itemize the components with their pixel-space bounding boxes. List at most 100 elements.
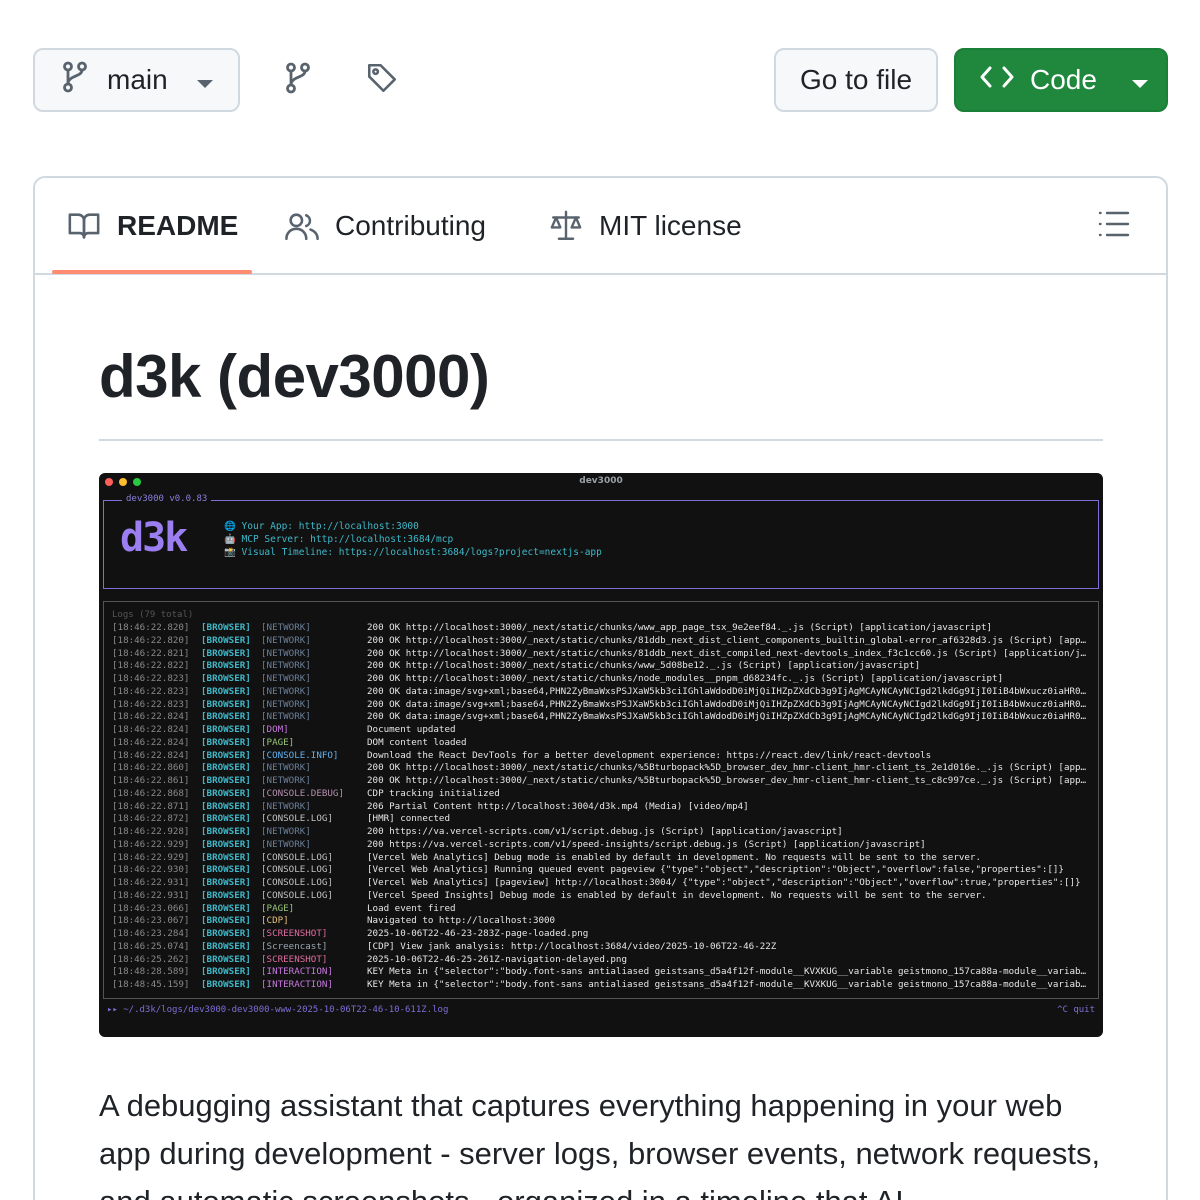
log-row: [18:46:22.861] [BROWSER] [NETWORK] 200 OK h… [112,775,1092,788]
log-message: [Vercel Web Analytics] Debug mode is ena… [367,851,981,863]
log-message: 200 https://va.vercel-scripts.com/v1/spe… [367,838,926,850]
log-source: [BROWSER] [201,826,251,837]
server-info: 🌐 Your App: http://localhost:3000 🤖 MCP … [224,520,602,559]
tab-mit-license[interactable]: MIT license [549,178,742,274]
log-row: [18:46:22.930] [BROWSER] [CONSOLE.LOG] [Ver… [112,864,1092,877]
log-message: 2025-10-06T22-46-23-283Z-page-loaded.png [367,928,589,939]
log-type: [DOM] [261,724,289,735]
log-timestamp: [18:46:22.820] [112,622,190,633]
log-row: [18:46:23.284] [BROWSER] [SCREENSHOT] 2025-… [112,928,1092,941]
log-message: CDP tracking initialized [367,787,500,799]
log-message: Download the React DevTools for a better… [367,749,932,761]
window-title: dev3000 [579,476,623,486]
branches-button[interactable] [276,58,320,102]
log-source: [BROWSER] [201,915,251,927]
code-label: Code [1030,64,1097,95]
log-type: [NETWORK] [261,685,311,697]
log-type: [NETWORK] [261,838,311,850]
log-file-path: ▸▸ ~/.d3k/logs/dev3000-dev3000-www-2025-… [107,1005,449,1015]
log-row: [18:46:25.262] [BROWSER] [SCREENSHOT] 2025-… [112,954,1092,967]
log-source: [BROWSER] [201,762,251,774]
log-timestamp: [18:46:22.824] [112,736,190,748]
log-timestamp: [18:46:22.871] [112,800,190,812]
log-type: [NETWORK] [261,800,311,812]
go-to-file-button[interactable]: Go to file [774,48,938,112]
log-type: [NETWORK] [261,660,311,672]
log-message: Navigated to http://localhost:3000 [367,915,556,927]
terminal-header-box: dev3000 v0.0.83 d3k 🌐 Your App: http://l… [103,494,1099,589]
log-row: [18:46:23.066] [BROWSER] [PAGE] Load event … [112,903,1092,916]
log-row: [18:46:22.823] [BROWSER] [NETWORK] 200 OK d… [112,686,1092,699]
log-source: [BROWSER] [201,673,251,684]
branch-select-button[interactable]: main [33,48,240,112]
outline-button[interactable] [1094,206,1134,246]
log-source: [BROWSER] [201,711,251,723]
log-timestamp: [18:46:22.868] [112,787,190,799]
log-message: 200 OK http://localhost:3000/_next/stati… [367,622,993,633]
log-type: [NETWORK] [261,826,311,837]
tags-button[interactable] [360,58,404,102]
log-source: [BROWSER] [201,787,251,799]
git-branch-icon [284,62,312,99]
log-timestamp: [18:46:22.824] [112,749,190,761]
log-message: 206 Partial Content http://localhost:300… [367,800,749,812]
log-type: [INTERACTION] [261,979,333,990]
readme-title: d3k (dev3000) [99,343,490,410]
log-timestamp: [18:46:22.931] [112,889,190,901]
log-message: Load event fired [367,902,456,914]
log-type: [INTERACTION] [261,966,333,978]
log-row: [18:46:22.824] [BROWSER] [PAGE] DOM content… [112,737,1092,750]
log-row: [18:48:28.589] [BROWSER] [INTERACTION] KEY … [112,966,1092,979]
log-timestamp: [18:46:22.929] [112,851,190,863]
git-branch-icon [61,61,89,100]
log-source: [BROWSER] [201,736,251,748]
log-message: KEY Meta in {"selector":"body.font-sans … [367,979,1091,990]
log-source: [BROWSER] [201,634,251,646]
log-row: [18:46:22.820] [BROWSER] [NETWORK] 200 OK h… [112,622,1092,635]
tab-readme[interactable]: README [67,178,238,274]
log-type: [CONSOLE.LOG] [261,864,333,876]
log-message: 200 https://va.vercel-scripts.com/v1/scr… [367,826,843,837]
log-timestamp: [18:46:23.067] [112,915,190,927]
log-timestamp: [18:46:22.929] [112,838,190,850]
window-titlebar: dev3000 [99,473,1103,491]
log-timestamp: [18:46:23.284] [112,928,190,939]
log-type: [CONSOLE.INFO] [261,749,339,761]
log-message: DOM content loaded [367,736,467,748]
log-message: 200 OK http://localhost:3000/_next/stati… [367,647,1091,659]
log-row: [18:46:22.824] [BROWSER] [CONSOLE.INFO] Dow… [112,750,1092,763]
log-type: [SCREENSHOT] [261,928,328,939]
log-row: [18:46:22.872] [BROWSER] [CONSOLE.LOG] [HMR… [112,813,1092,826]
log-message: [Vercel Web Analytics] Running queued ev… [367,864,1064,876]
log-row: [18:46:22.931] [BROWSER] [CONSOLE.LOG] [Ver… [112,890,1092,903]
log-source: [BROWSER] [201,685,251,697]
log-message: [CDP] View jank analysis: http://localho… [367,940,777,952]
log-type: [NETWORK] [261,711,311,723]
log-message: 200 OK http://localhost:3000/_next/stati… [367,634,1091,646]
log-timestamp: [18:48:28.589] [112,966,190,978]
log-row: [18:46:22.868] [BROWSER] [CONSOLE.DEBUG] CD… [112,788,1092,801]
quit-hint: ^C quit [1057,1005,1095,1015]
list-unordered-icon [1098,209,1130,244]
log-type: [NETWORK] [261,673,311,684]
tab-contributing[interactable]: Contributing [285,178,486,274]
d3k-logo: d3k [120,515,188,561]
caret-down-icon [196,64,214,96]
log-type: [CONSOLE.LOG] [261,889,333,901]
caret-down-icon [1131,64,1149,96]
go-to-file-label: Go to file [799,64,913,95]
log-source: [BROWSER] [201,877,251,888]
log-row: [18:46:22.871] [BROWSER] [NETWORK] 206 Part… [112,801,1092,814]
version-label: dev3000 v0.0.83 [122,494,212,504]
log-row: [18:46:22.824] [BROWSER] [DOM] Document upd… [112,724,1092,737]
log-type: [NETWORK] [261,775,311,786]
log-timestamp: [18:46:22.930] [112,864,190,876]
log-type: [NETWORK] [261,762,311,774]
log-row: [18:46:22.823] [BROWSER] [NETWORK] 200 OK h… [112,673,1092,686]
selected-tab-indicator [52,270,252,274]
code-button[interactable]: Code [954,48,1168,112]
law-icon [549,210,583,242]
log-type: [NETWORK] [261,698,311,710]
log-timestamp: [18:46:25.074] [112,940,190,952]
log-type: [SCREENSHOT] [261,953,328,965]
